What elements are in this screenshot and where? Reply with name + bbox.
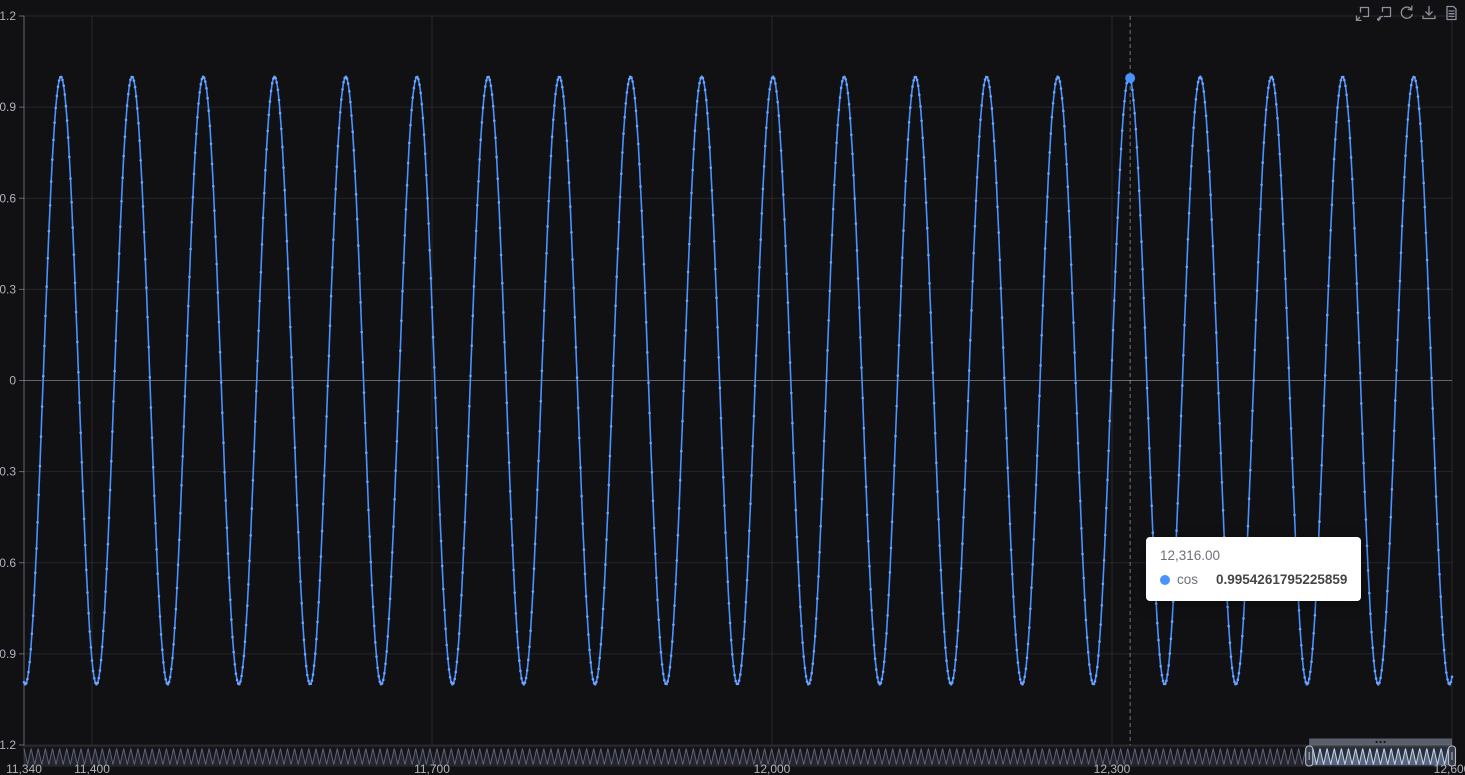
move-handle-grip-icon: [1375, 740, 1378, 744]
zoom-reset-icon[interactable]: [1376, 4, 1393, 21]
move-handle-grip-icon: [1383, 740, 1386, 744]
move-handle-grip-icon: [1379, 740, 1382, 744]
tooltip-series-name: cos: [1177, 572, 1199, 588]
tooltip: 12,316.00 cos 0.9954261795225859: [1146, 537, 1362, 601]
data-view-icon[interactable]: [1442, 4, 1459, 21]
save-image-icon[interactable]: [1420, 4, 1437, 21]
tooltip-series-value: 0.9954261795225859: [1216, 572, 1348, 588]
toolbox: [1354, 4, 1459, 21]
restore-icon[interactable]: [1398, 4, 1415, 21]
series-marker-icon: [1160, 575, 1170, 586]
tooltip-x-value: 12,316.00: [1160, 548, 1221, 563]
chart-app: 1.20.90.60.30-0.3-0.6-0.9-1.211,34011,40…: [0, 0, 1465, 775]
zoom-select-icon[interactable]: [1354, 4, 1371, 21]
datazoom-slider[interactable]: [0, 0, 1465, 775]
